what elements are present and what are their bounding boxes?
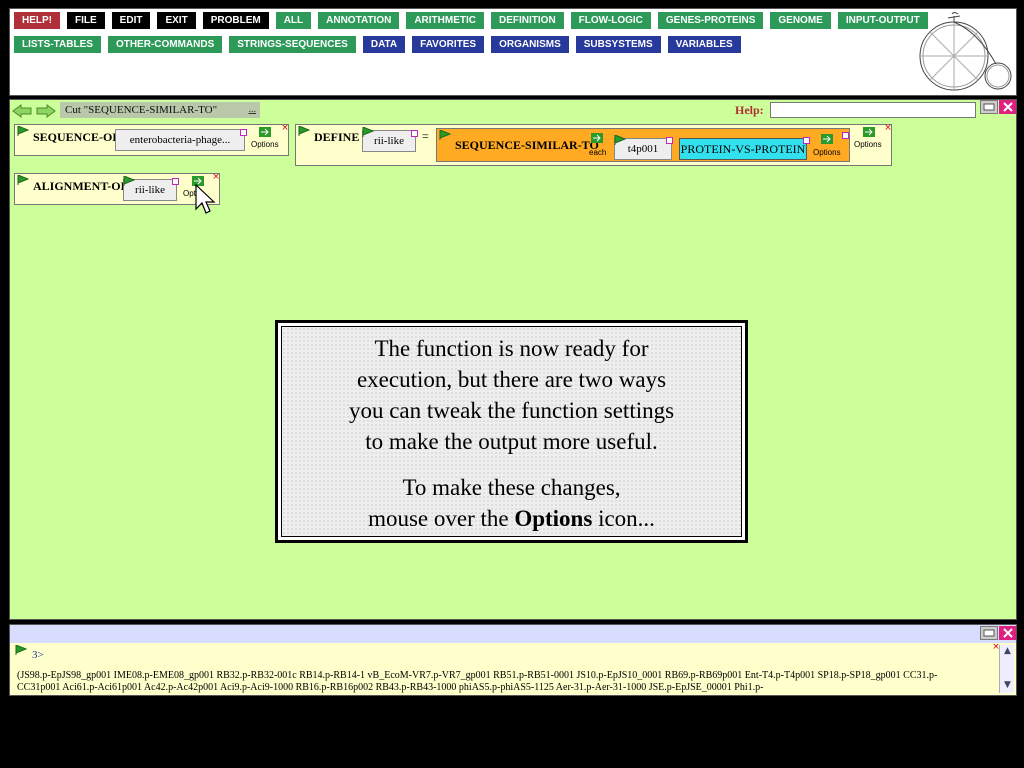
run-flag-icon[interactable] [439,130,451,140]
run-flag-icon[interactable] [298,126,310,136]
menu-button-annotation[interactable]: ANNOTATION [318,12,400,29]
menu-button-variables[interactable]: VARIABLES [667,36,741,53]
forward-arrow-icon[interactable] [36,104,56,118]
options-label[interactable]: Options [251,140,279,149]
close-box-icon[interactable]: × [884,124,892,133]
menu-button-organisms[interactable]: ORGANISMS [491,36,569,53]
tutorial-text: mouse over the [368,506,515,531]
menu-button-flow-logic[interactable]: FLOW-LOGIC [570,12,651,29]
equals-sign: = [422,129,429,143]
function-name: SEQUENCE-SIMILAR-TO [455,138,599,152]
slot-clear-icon[interactable] [803,137,810,144]
menu-button-data[interactable]: DATA [362,36,406,53]
menu-button-other-commands[interactable]: OTHER-COMMANDS [107,36,223,53]
arg-flag-icon [123,176,135,186]
tutorial-line: mouse over the Options icon... [282,503,741,534]
cut-more-link[interactable]: ... [249,102,257,118]
tutorial-line: To make these changes, [402,475,621,500]
output-scrollbar[interactable]: ▲ ▼ [999,645,1014,693]
menu-button-all[interactable]: ALL [275,12,312,29]
menu-button-input-output[interactable]: INPUT-OUTPUT [837,12,928,29]
output-text: (JS98.p-EpJS98_gp001 IME08.p-EME08_gp001… [17,670,938,693]
tutorial-body: The function is now ready for execution,… [281,326,742,537]
slot-clear-icon[interactable] [666,137,673,144]
help-search-input[interactable] [770,102,976,118]
var-flag-icon [362,127,374,137]
slot-clear-icon[interactable] [411,130,418,137]
menu-row-1: HELP! FILE EDIT EXIT PROBLEM ALL ANNOTATION ARI… [14,12,935,29]
options-label[interactable]: Options [854,140,882,149]
tutorial-line: to make the output more useful. [365,429,658,454]
tutorial-paragraph-2: To make these changes, mouse over the Op… [282,472,741,534]
tutorial-line: execution, but there are two ways [356,367,667,392]
scroll-down-icon[interactable]: ▼ [1001,679,1014,692]
menu-row-2: LISTS-TABLES OTHER-COMMANDS STRINGS-SEQUEN… [14,36,748,53]
tutorial-line: The function is now ready for [374,336,649,361]
menu-button-lists-tables[interactable]: LISTS-TABLES [14,36,101,53]
menu-button-definition[interactable]: DEFINITION [491,12,564,29]
output-flag-icon[interactable] [15,645,27,655]
menu-button-edit[interactable]: EDIT [111,12,151,29]
mouse-cursor-icon [195,183,216,214]
options-icon[interactable] [863,127,875,137]
menu-button-exit[interactable]: EXIT [157,12,196,29]
cut-status-bar: Cut "SEQUENCE-SIMILAR-TO" ... [60,102,260,118]
close-icon[interactable] [999,100,1017,114]
minimize-icon[interactable] [980,626,998,640]
tutorial-line: you can tweak the function settings [348,398,675,423]
output-panel[interactable]: 3> × (JS98.p-EpJS98_gp001 IME08.p-EME08_… [9,624,1017,696]
menu-button-arithmetic[interactable]: ARITHMETIC [406,12,484,29]
close-icon[interactable] [999,626,1017,640]
tutorial-text: icon... [592,506,655,531]
options-icon[interactable] [259,127,271,137]
back-arrow-icon[interactable] [12,104,32,118]
tutorial-paragraph-1: The function is now ready for execution,… [282,333,741,457]
options-icon[interactable] [821,134,833,144]
menu-button-file[interactable]: FILE [67,12,105,29]
options-label[interactable]: Options [813,148,841,157]
close-box-icon[interactable] [842,132,849,139]
cut-label: Cut "SEQUENCE-SIMILAR-TO" [65,104,218,116]
function-name: ALIGNMENT-OF [33,179,128,193]
function-name: DEFINE [314,130,360,144]
menu-button-problem[interactable]: PROBLEM [202,12,269,29]
penny-farthing-logo [919,12,1012,91]
close-box-icon[interactable]: × [281,124,289,133]
alignment-of-box[interactable]: ALIGNMENT-OF rii-like Opti × [14,173,220,205]
options-emphasis: Options [514,506,593,531]
sequence-of-box[interactable]: SEQUENCE-OF enterobacteria-phage... Opti… [14,124,289,156]
menu-button-subsystems[interactable]: SUBSYSTEMS [575,36,661,53]
scroll-up-icon[interactable]: ▲ [1001,645,1014,658]
top-menu-panel: HELP! FILE EDIT EXIT PROBLEM ALL ANNOTATION ARI… [9,8,1017,96]
help-label: Help: [735,103,764,117]
each-label[interactable]: each [589,148,606,157]
arg-flag-icon [614,135,626,145]
menu-button-strings-sequences[interactable]: STRINGS-SEQUENCES [229,36,356,53]
output-header [10,625,1016,643]
each-arrow-icon[interactable] [591,133,603,143]
tutorial-dialog: The function is now ready for execution,… [275,320,748,543]
slot-clear-icon[interactable] [172,178,179,185]
menu-button-favorites[interactable]: FAVORITES [412,36,485,53]
sequence-similar-to-box[interactable]: SEQUENCE-SIMILAR-TO each t4p001 PROTEIN-… [436,128,850,162]
mode-slot[interactable]: PROTEIN-VS-PROTEIN [679,138,807,160]
argument-slot[interactable]: enterobacteria-phage... [115,129,245,151]
function-name: SEQUENCE-OF [33,130,120,144]
menu-button-help[interactable]: HELP! [14,12,60,29]
close-box-icon[interactable]: × [212,173,220,182]
run-flag-icon[interactable] [17,126,29,136]
output-prompt: 3> [32,649,44,661]
run-flag-icon[interactable] [17,175,29,185]
menu-button-genome[interactable]: GENOME [770,12,831,29]
menu-button-genes-proteins[interactable]: GENES-PROTEINS [657,12,764,29]
define-box[interactable]: DEFINE rii-like = SEQUENCE-SIMILAR-TO ea… [295,124,892,166]
slot-clear-icon[interactable] [240,129,247,136]
minimize-icon[interactable] [980,100,998,114]
